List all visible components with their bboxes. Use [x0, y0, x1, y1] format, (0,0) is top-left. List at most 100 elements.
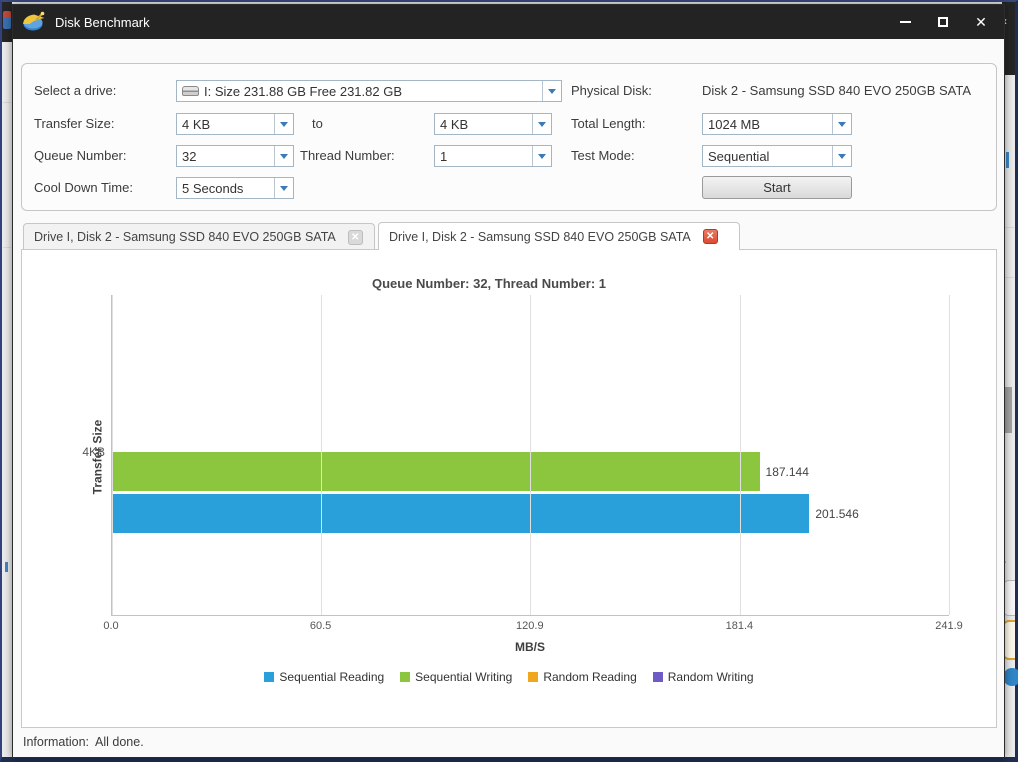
window-controls: ✕ — [898, 15, 988, 29]
plot-area: 4KB 187.144201.546 — [111, 295, 949, 616]
chevron-down-icon — [280, 154, 288, 163]
x-tick-label: 241.9 — [935, 620, 963, 632]
total-length-select[interactable]: 1024 MB — [702, 113, 852, 135]
total-length-label: Total Length: — [571, 113, 645, 135]
drive-select-value: I: Size 231.88 GB Free 231.82 GB — [199, 84, 542, 99]
gridline — [321, 295, 322, 615]
status-value: All done. — [95, 735, 144, 749]
chevron-down-icon — [280, 186, 288, 195]
legend-swatch — [653, 672, 663, 682]
maximize-button[interactable] — [936, 15, 950, 29]
close-button[interactable]: ✕ — [974, 15, 988, 29]
dropdown-button[interactable] — [832, 146, 851, 166]
divider — [3, 247, 11, 248]
dropdown-button[interactable] — [274, 178, 293, 198]
physical-disk-label: Physical Disk: — [571, 80, 652, 102]
desktop-screen: ‹ Disk Benchmark ✕ — [0, 0, 1018, 762]
queue-number-value: 32 — [177, 149, 274, 164]
chevron-down-icon — [838, 122, 846, 131]
x-tick-label: 181.4 — [726, 620, 754, 632]
total-length-value: 1024 MB — [703, 117, 832, 132]
x-tick-label: 0.0 — [103, 620, 118, 632]
legend-label: Sequential Writing — [415, 670, 512, 684]
physical-disk-value: Disk 2 - Samsung SSD 840 EVO 250GB SATA — [702, 80, 971, 102]
window-title: Disk Benchmark — [55, 15, 150, 30]
status-label: Information: — [23, 735, 89, 749]
x-axis-title: MB/S — [111, 640, 949, 654]
x-tick-label: 120.9 — [516, 620, 544, 632]
dropdown-button[interactable] — [832, 114, 851, 134]
test-mode-value: Sequential — [703, 149, 832, 164]
gridline — [740, 295, 741, 615]
benchmark-settings-panel: Select a drive: I: Size 231.88 GB Free 2… — [21, 63, 997, 211]
benchmark-chart-panel: Queue Number: 32, Thread Number: 1 Trans… — [21, 249, 997, 728]
legend-label: Random Reading — [543, 670, 636, 684]
gridline — [112, 295, 113, 615]
chart-legend: Sequential Reading Sequential Writing Rand… — [22, 670, 996, 684]
chevron-down-icon — [838, 154, 846, 163]
chevron-down-icon — [538, 122, 546, 131]
legend-item: Sequential Writing — [400, 670, 512, 684]
statusbar: Information: All done. — [13, 727, 1004, 757]
legend-swatch — [528, 672, 538, 682]
background-window-fragment — [5, 562, 8, 572]
disk-benchmark-window: Disk Benchmark ✕ Select a drive: I: Size… — [12, 4, 1005, 758]
chevron-down-icon — [280, 122, 288, 131]
dropdown-button[interactable] — [274, 114, 293, 134]
legend-item: Random Writing — [653, 670, 754, 684]
dropdown-button[interactable] — [532, 146, 551, 166]
maximize-icon — [938, 17, 948, 27]
queue-number-select[interactable]: 32 — [176, 145, 294, 167]
chevron-down-icon — [538, 154, 546, 163]
background-window-fragment — [1006, 152, 1009, 168]
bar-sequential-reading — [112, 494, 809, 533]
chart-title: Queue Number: 32, Thread Number: 1 — [22, 276, 956, 291]
minimize-icon — [900, 21, 911, 23]
dropdown-button[interactable] — [542, 81, 561, 101]
background-window-left-sliver — [2, 2, 12, 757]
titlebar[interactable]: Disk Benchmark ✕ — [13, 5, 1004, 39]
thread-number-label: Thread Number: — [300, 145, 395, 167]
thread-number-select[interactable]: 1 — [434, 145, 552, 167]
legend-label: Random Writing — [668, 670, 754, 684]
background-window-titlebar-fragment — [2, 2, 12, 42]
cool-down-label: Cool Down Time: — [34, 177, 133, 199]
transfer-size-from-select[interactable]: 4 KB — [176, 113, 294, 135]
legend-swatch — [264, 672, 274, 682]
category-label: 4KB — [82, 445, 105, 459]
result-tabbar: Drive I, Disk 2 - Samsung SSD 840 EVO 25… — [21, 222, 996, 250]
dropdown-button[interactable] — [274, 146, 293, 166]
queue-number-label: Queue Number: — [34, 145, 127, 167]
minimize-button[interactable] — [898, 15, 912, 29]
cool-down-select[interactable]: 5 Seconds — [176, 177, 294, 199]
background-button-fragment-round[interactable] — [1003, 668, 1018, 686]
bar-sequential-writing — [112, 452, 760, 491]
app-icon — [22, 10, 46, 34]
disk-drive-icon — [182, 86, 199, 96]
bar-value-label: 187.144 — [766, 465, 809, 479]
result-tab-1[interactable]: Drive I, Disk 2 - Samsung SSD 840 EVO 25… — [23, 223, 375, 250]
transfer-size-to-value: 4 KB — [435, 117, 532, 132]
chevron-down-icon — [548, 89, 556, 98]
legend-label: Sequential Reading — [279, 670, 384, 684]
tab-close-button[interactable]: ✕ — [348, 230, 363, 245]
gridline — [949, 295, 950, 615]
transfer-size-from-value: 4 KB — [177, 117, 274, 132]
dropdown-button[interactable] — [532, 114, 551, 134]
x-axis-ticks: 0.060.5120.9181.4241.9 — [111, 620, 949, 634]
tab-label: Drive I, Disk 2 - Samsung SSD 840 EVO 25… — [34, 230, 336, 244]
thread-number-value: 1 — [435, 149, 532, 164]
transfer-size-to-select[interactable]: 4 KB — [434, 113, 552, 135]
x-tick-label: 60.5 — [310, 620, 331, 632]
background-app-logo-fragment — [3, 11, 11, 29]
tab-label: Drive I, Disk 2 - Samsung SSD 840 EVO 25… — [389, 230, 691, 244]
test-mode-label: Test Mode: — [571, 145, 635, 167]
legend-item: Random Reading — [528, 670, 636, 684]
tab-close-button[interactable]: ✕ — [703, 229, 718, 244]
drive-select-label: Select a drive: — [34, 80, 116, 102]
legend-item: Sequential Reading — [264, 670, 384, 684]
drive-select[interactable]: I: Size 231.88 GB Free 231.82 GB — [176, 80, 562, 102]
result-tab-2[interactable]: Drive I, Disk 2 - Samsung SSD 840 EVO 25… — [378, 222, 740, 250]
test-mode-select[interactable]: Sequential — [702, 145, 852, 167]
start-button[interactable]: Start — [702, 176, 852, 199]
